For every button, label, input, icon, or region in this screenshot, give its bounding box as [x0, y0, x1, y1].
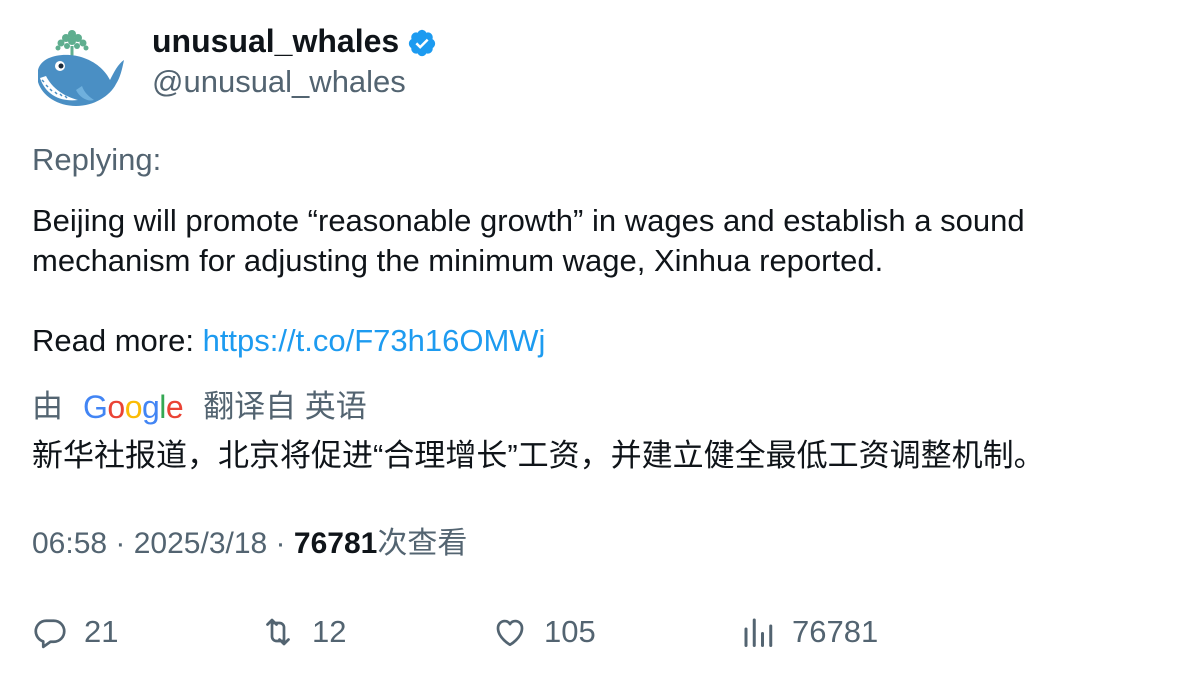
verified-badge-icon	[409, 29, 436, 57]
reply-icon	[34, 619, 66, 649]
retweet-button[interactable]: 12	[260, 610, 346, 654]
views-count: 76781	[293, 527, 378, 560]
tweet-text: Beijing will promote “reasonable growth”…	[32, 201, 1152, 361]
google-letter: e	[165, 389, 184, 425]
tweet-time[interactable]: 06:58	[32, 527, 107, 560]
views-button[interactable]: 76781	[740, 610, 878, 654]
read-more-prefix: Read more:	[32, 323, 203, 358]
retweet-count: 12	[312, 614, 347, 649]
meta-separator: ·	[267, 527, 294, 560]
views-label: 次查看	[377, 527, 468, 560]
translated-text: 新华社报道，北京将促进“合理增长”工资，并建立健全最低工资调整机制。	[32, 438, 1045, 473]
reply-count: 21	[84, 614, 119, 649]
google-letter: o	[124, 389, 143, 425]
google-letter: l	[159, 389, 166, 425]
author-display-name-row[interactable]: unusual_whales	[152, 22, 437, 60]
like-button[interactable]: 105	[492, 610, 596, 654]
tweet-body: Beijing will promote “reasonable growth”…	[32, 203, 1025, 278]
whale-icon	[38, 30, 124, 106]
read-more-line: Read more: https://t.co/F73h16OMWj	[32, 321, 1152, 361]
translated-by: 由 Google 翻译自 英语	[32, 387, 367, 427]
like-count: 105	[544, 614, 596, 649]
views-chart-icon	[744, 618, 773, 647]
translated-from-label: 翻译自 英语	[203, 389, 367, 424]
google-logo[interactable]: Google	[83, 387, 184, 427]
retweet-icon	[266, 618, 290, 646]
avatar[interactable]	[32, 26, 128, 112]
tweet-link[interactable]: https://t.co/F73h16OMWj	[203, 323, 546, 358]
google-letter: o	[107, 389, 125, 425]
tweet-date[interactable]: 2025/3/18	[134, 527, 267, 560]
translated-by-prefix: 由	[32, 389, 63, 424]
author-display-name[interactable]: unusual_whales	[152, 22, 399, 60]
views-action-count: 76781	[792, 614, 879, 649]
tweet-meta: 06:58 · 2025/3/18 · 76781次查看	[32, 525, 467, 563]
author-handle[interactable]: @unusual_whales	[152, 63, 406, 101]
meta-separator: ·	[107, 527, 134, 560]
reply-button[interactable]: 21	[32, 610, 118, 654]
google-letter: g	[141, 389, 160, 425]
heart-icon	[496, 619, 524, 647]
replying-label: Replying:	[32, 142, 162, 177]
google-letter: G	[83, 389, 108, 425]
